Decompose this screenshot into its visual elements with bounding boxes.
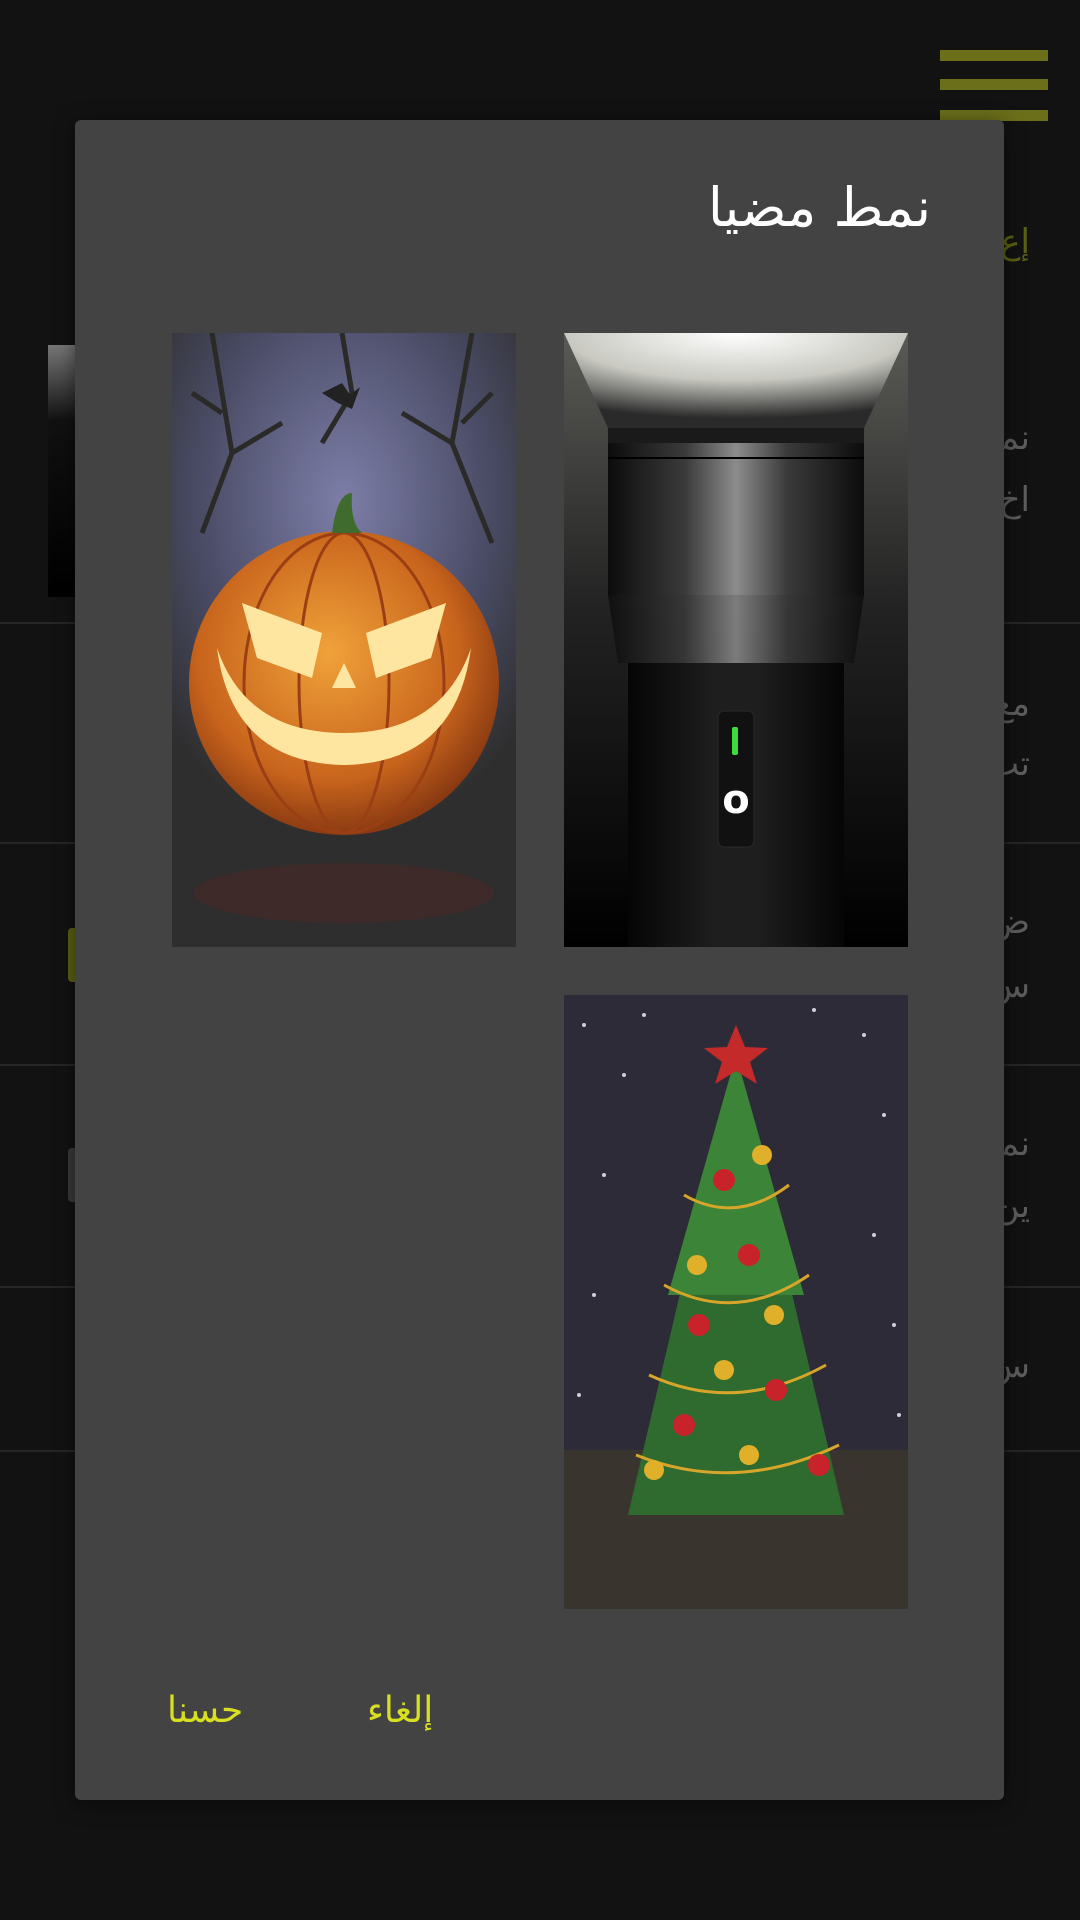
switch-label: o [722, 777, 749, 823]
pumpkin-image [172, 333, 516, 947]
style-option-halloween[interactable] [172, 333, 516, 947]
settings-section-header: إع [1000, 222, 1030, 262]
christmas-tree-image [564, 995, 908, 1609]
light-style-dialog: نمط مضيا o إلغاء حسنا [75, 120, 1004, 1800]
flashlight-image: o [564, 333, 908, 947]
cancel-button[interactable]: إلغاء [355, 1680, 445, 1741]
hamburger-menu-icon[interactable] [940, 50, 1048, 124]
style-preview-thumbnail [48, 345, 76, 597]
ok-button[interactable]: حسنا [155, 1680, 255, 1741]
style-option-flashlight[interactable]: o [564, 333, 908, 947]
power-indicator-icon [732, 727, 738, 755]
dialog-title: نمط مضيا [707, 176, 931, 239]
style-option-christmas[interactable] [564, 995, 908, 1609]
